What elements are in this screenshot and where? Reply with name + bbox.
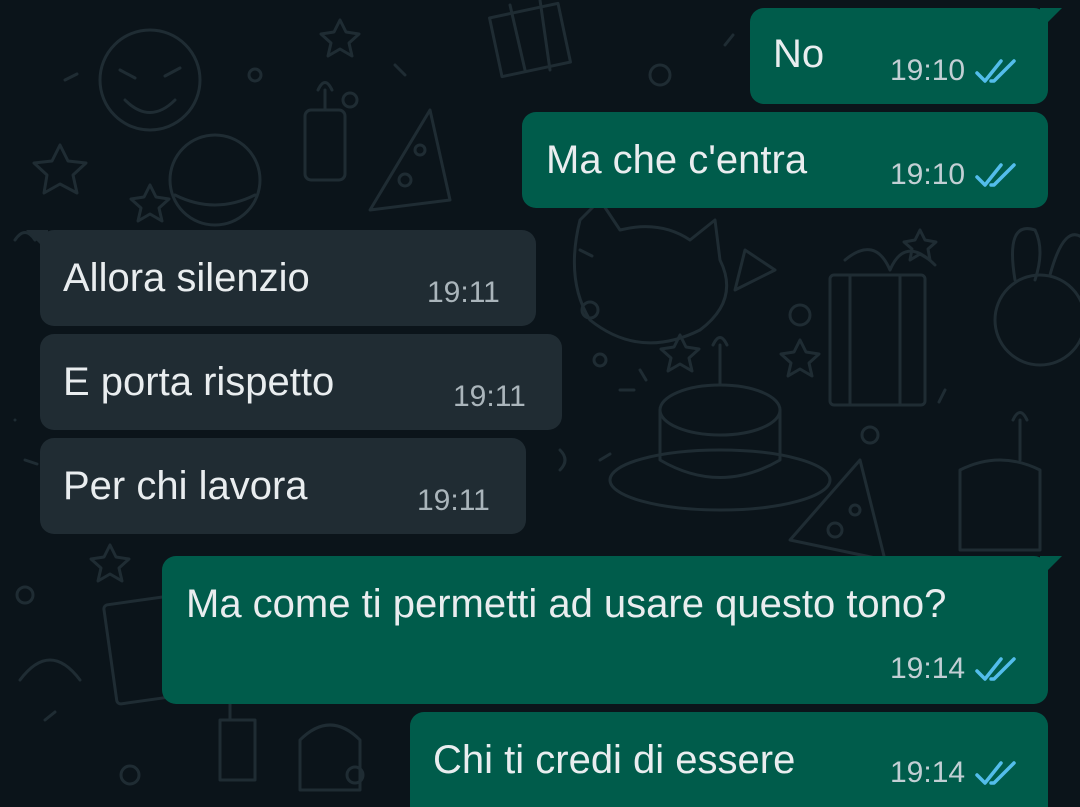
message-timestamp: 19:10 [890, 158, 966, 191]
message-bubble-outgoing[interactable]: Ma come ti permetti ad usare questo tono… [162, 556, 1062, 704]
message-bubble-outgoing[interactable]: No 19:10 [750, 8, 1062, 104]
bubble-tail [1040, 8, 1062, 30]
message-timestamp: 19:11 [453, 380, 526, 413]
read-double-check-icon [975, 657, 1016, 681]
message-text: Chi ti credi di essere [433, 738, 796, 782]
message-text: Allora silenzio [63, 256, 310, 300]
message-bubble-outgoing[interactable]: Ma che c'entra 19:10 [522, 112, 1048, 208]
message-bubble-outgoing[interactable]: Chi ti credi di essere 19:14 [410, 712, 1048, 807]
message-bubble-incoming[interactable]: Per chi lavora 19:11 [40, 438, 526, 534]
message-text: Ma che c'entra [546, 138, 808, 182]
message-bubble-incoming[interactable]: E porta rispetto 19:11 [40, 334, 562, 430]
message-text: Ma come ti permetti ad usare questo tono… [186, 582, 947, 626]
message-timestamp: 19:11 [417, 484, 490, 517]
message-timestamp: 19:10 [890, 54, 966, 87]
message-bubble-incoming[interactable]: Allora silenzio 19:11 [26, 230, 536, 326]
message-timestamp: 19:14 [890, 652, 966, 685]
read-double-check-icon [975, 163, 1016, 187]
read-double-check-icon [975, 761, 1016, 785]
bubble-tail [26, 230, 48, 252]
message-meta: 19:10 [890, 160, 1021, 190]
message-text: No [773, 32, 825, 76]
message-timestamp: 19:11 [427, 276, 500, 309]
message-meta: 19:14 [890, 654, 1021, 684]
message-text: Per chi lavora [63, 464, 308, 508]
message-meta: 19:10 [890, 56, 1021, 86]
chat-area[interactable]: No 19:10 Ma che c'entra 19:10 Allora sil… [0, 0, 1080, 807]
message-timestamp: 19:14 [890, 756, 966, 789]
message-meta: 19:14 [890, 758, 1021, 788]
message-meta: 19:11 [417, 486, 490, 516]
bubble-tail [1040, 556, 1062, 578]
message-meta: 19:11 [427, 278, 500, 308]
message-text: E porta rispetto [63, 360, 335, 404]
message-meta: 19:11 [453, 382, 526, 412]
read-double-check-icon [975, 59, 1016, 83]
